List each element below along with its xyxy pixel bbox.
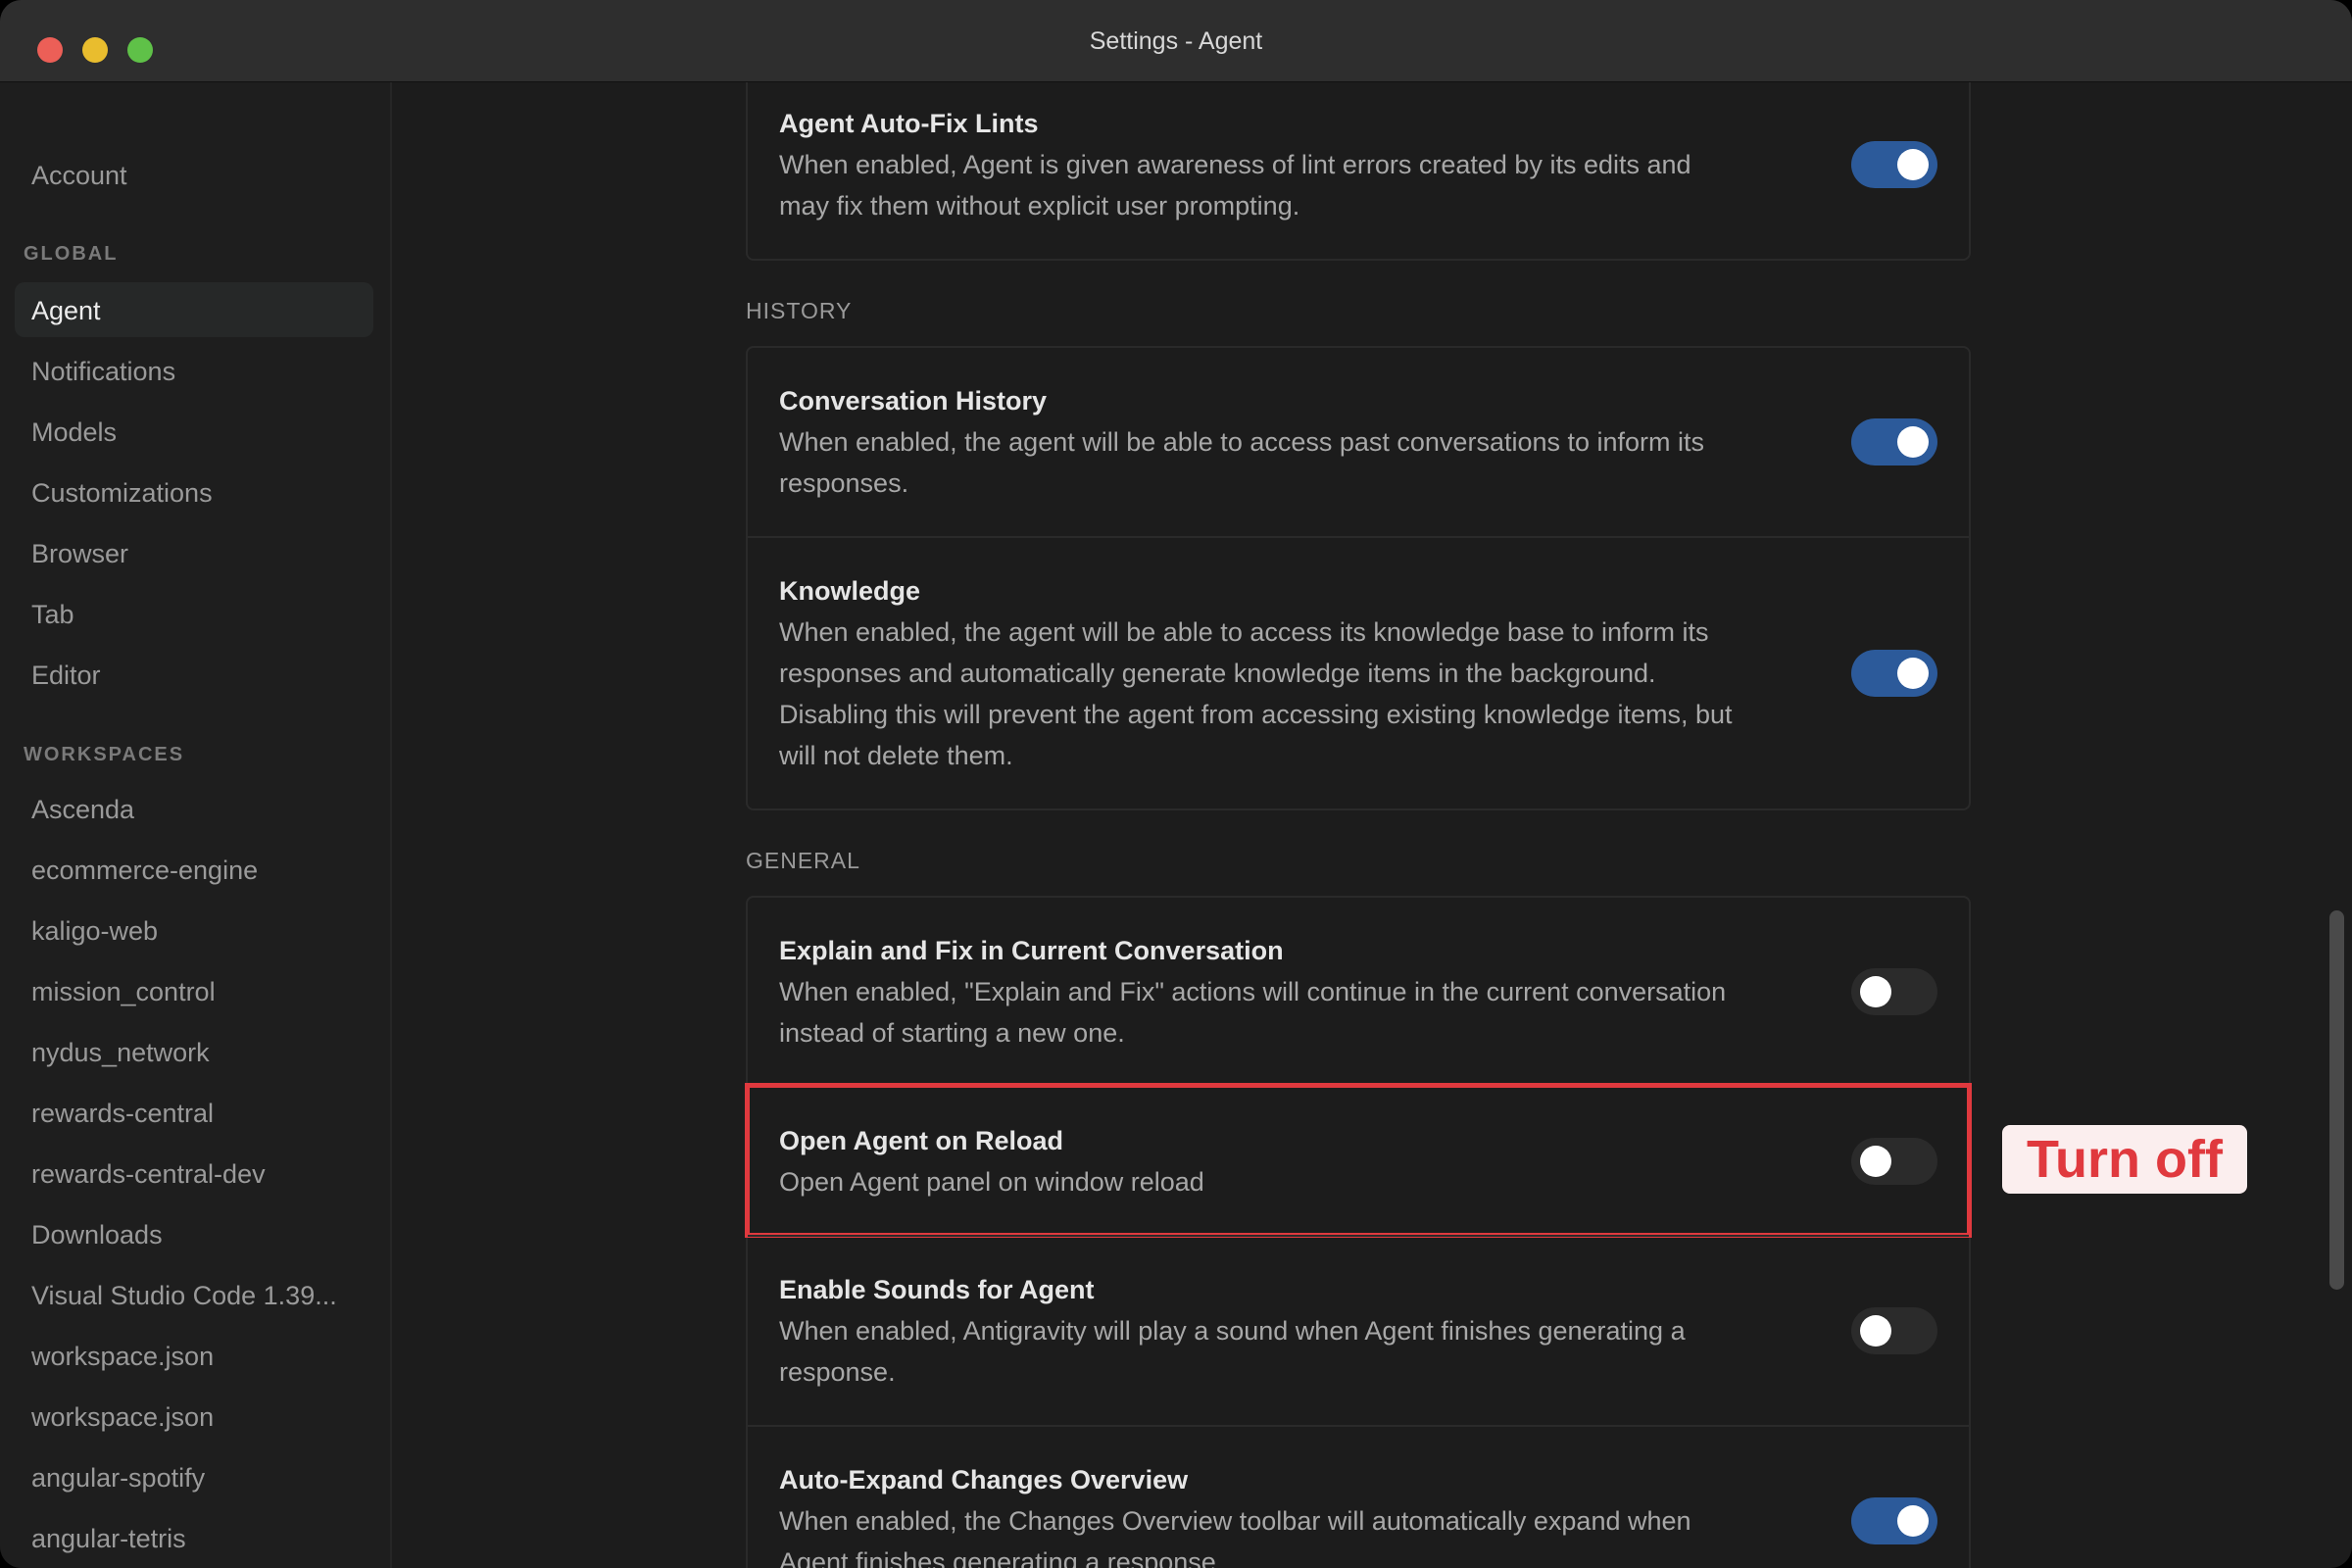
section-history-label: HISTORY bbox=[746, 298, 1971, 324]
setting-toggle[interactable] bbox=[1851, 141, 1937, 188]
sidebar-item-agent[interactable]: Agent bbox=[31, 291, 101, 330]
sidebar-workspace-item[interactable]: Downloads bbox=[31, 1215, 163, 1254]
setting-description: Open Agent panel on window reload bbox=[779, 1161, 1743, 1202]
sidebar-item-notifications[interactable]: Notifications bbox=[31, 352, 175, 391]
setting-title: Explain and Fix in Current Conversation bbox=[779, 930, 1743, 971]
sidebar-workspace-item[interactable]: rewards-central-dev bbox=[31, 1154, 266, 1194]
settings-content: Agent Auto-Fix LintsWhen enabled, Agent … bbox=[746, 82, 1971, 1568]
setting-toggle[interactable] bbox=[1851, 1497, 1937, 1544]
sidebar-workspace-item[interactable]: workspace.json bbox=[31, 1337, 214, 1376]
sidebar-section-workspaces: WORKSPACES bbox=[24, 744, 184, 766]
setting-description: When enabled, Agent is given awareness o… bbox=[779, 144, 1743, 226]
settings-main: Agent Auto-Fix LintsWhen enabled, Agent … bbox=[394, 82, 2352, 1568]
sidebar-workspace-item[interactable]: mission_control bbox=[31, 972, 216, 1011]
sidebar-workspace-item[interactable]: angular-tetris bbox=[31, 1519, 186, 1558]
sidebar-item-editor[interactable]: Editor bbox=[31, 656, 101, 695]
setting-description: When enabled, Antigravity will play a so… bbox=[779, 1310, 1743, 1393]
setting-description: When enabled, the agent will be able to … bbox=[779, 421, 1743, 504]
sidebar-workspace-item[interactable]: workspace.json bbox=[31, 1397, 214, 1437]
toggle-knob bbox=[1860, 976, 1891, 1007]
setting-row: Enable Sounds for AgentWhen enabled, Ant… bbox=[748, 1235, 1969, 1425]
setting-title: Open Agent on Reload bbox=[779, 1120, 1743, 1161]
sidebar-item-tab[interactable]: Tab bbox=[31, 595, 74, 634]
window-title: Settings - Agent bbox=[0, 27, 2352, 56]
settings-window: Settings - Agent Account GLOBAL WORKSPAC… bbox=[0, 0, 2352, 1568]
settings-card-history: Conversation HistoryWhen enabled, the ag… bbox=[746, 346, 1971, 810]
sidebar-workspace-item[interactable]: kaligo-web bbox=[31, 911, 158, 951]
sidebar-item-customizations[interactable]: Customizations bbox=[31, 473, 213, 513]
toggle-knob bbox=[1897, 1505, 1929, 1537]
setting-description: When enabled, the agent will be able to … bbox=[779, 612, 1743, 776]
setting-description: When enabled, "Explain and Fix" actions … bbox=[779, 971, 1743, 1054]
setting-title: Knowledge bbox=[779, 570, 1743, 612]
setting-title: Conversation History bbox=[779, 380, 1743, 421]
setting-row: Explain and Fix in Current ConversationW… bbox=[748, 898, 1969, 1086]
title-bar: Settings - Agent bbox=[0, 0, 2352, 82]
sidebar-workspace-item[interactable]: ecommerce-engine bbox=[31, 851, 258, 890]
scrollbar[interactable] bbox=[2329, 910, 2344, 1290]
setting-title: Enable Sounds for Agent bbox=[779, 1269, 1743, 1310]
setting-toggle[interactable] bbox=[1851, 1307, 1937, 1354]
setting-toggle[interactable] bbox=[1851, 418, 1937, 466]
setting-title: Auto-Expand Changes Overview bbox=[779, 1459, 1743, 1500]
sidebar-item-models[interactable]: Models bbox=[31, 413, 117, 452]
settings-card: Agent Auto-Fix LintsWhen enabled, Agent … bbox=[746, 82, 1971, 261]
setting-row: Agent Auto-Fix LintsWhen enabled, Agent … bbox=[748, 82, 1969, 259]
sidebar-workspace-item[interactable]: rewards-central bbox=[31, 1094, 214, 1133]
sidebar-workspace-item[interactable]: angular-spotify bbox=[31, 1458, 205, 1497]
setting-toggle[interactable] bbox=[1851, 650, 1937, 697]
sidebar-section-global: GLOBAL bbox=[24, 243, 118, 266]
setting-toggle[interactable] bbox=[1851, 1138, 1937, 1185]
sidebar-workspace-item[interactable]: Visual Studio Code 1.39... bbox=[31, 1276, 337, 1315]
sidebar-item-account[interactable]: Account bbox=[31, 156, 127, 195]
settings-card-general: Explain and Fix in Current ConversationW… bbox=[746, 896, 1971, 1568]
toggle-knob bbox=[1897, 426, 1929, 458]
annotation-label: Turn off bbox=[2002, 1125, 2247, 1194]
sidebar: Account GLOBAL WORKSPACES Agent Notificat… bbox=[0, 82, 392, 1568]
sidebar-workspace-item[interactable]: Ascenda bbox=[31, 790, 134, 829]
setting-row: Conversation HistoryWhen enabled, the ag… bbox=[748, 348, 1969, 536]
setting-row: Auto-Expand Changes OverviewWhen enabled… bbox=[748, 1425, 1969, 1568]
toggle-knob bbox=[1897, 658, 1929, 689]
section-general-label: GENERAL bbox=[746, 848, 1971, 874]
sidebar-item-browser[interactable]: Browser bbox=[31, 534, 128, 573]
toggle-knob bbox=[1860, 1315, 1891, 1347]
sidebar-workspace-item[interactable]: nydus_network bbox=[31, 1033, 210, 1072]
setting-toggle[interactable] bbox=[1851, 968, 1937, 1015]
setting-title: Agent Auto-Fix Lints bbox=[779, 103, 1743, 144]
toggle-knob bbox=[1897, 149, 1929, 180]
toggle-knob bbox=[1860, 1146, 1891, 1177]
setting-description: When enabled, the Changes Overview toolb… bbox=[779, 1500, 1743, 1568]
setting-row: KnowledgeWhen enabled, the agent will be… bbox=[748, 536, 1969, 808]
setting-row: Open Agent on ReloadOpen Agent panel on … bbox=[748, 1086, 1969, 1235]
